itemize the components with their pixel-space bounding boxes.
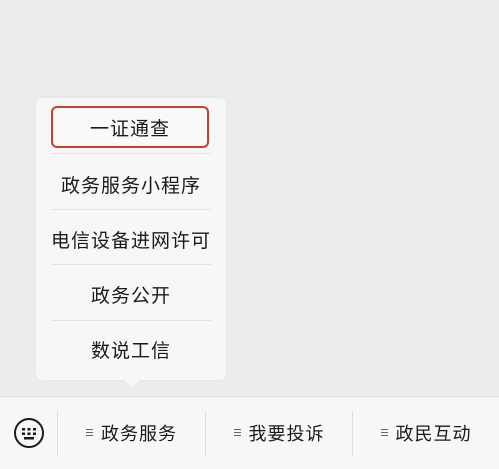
tab-gov-services[interactable]: 政务服务 xyxy=(58,397,205,469)
submenu-popup: 一证通查 政务服务小程序 电信设备进网许可 政务公开 数说工信 xyxy=(36,98,226,380)
menu-lines-icon xyxy=(86,429,93,437)
tab-complaint[interactable]: 我要投诉 xyxy=(206,397,352,469)
submenu-item-data-talk[interactable]: 数说工信 xyxy=(51,322,211,376)
submenu-pointer xyxy=(123,379,141,387)
submenu-divider xyxy=(51,209,211,210)
bottom-menu-bar: 政务服务 我要投诉 政民互动 xyxy=(0,396,499,469)
menu-lines-icon xyxy=(380,429,388,437)
tab-label: 政务服务 xyxy=(101,424,177,445)
submenu-item-label: 一证通查 xyxy=(89,117,170,140)
keyboard-toggle-button[interactable] xyxy=(0,397,57,469)
tab-label: 政民互动 xyxy=(395,424,472,445)
submenu-item-network-license[interactable]: 电信设备进网许可 xyxy=(51,212,211,266)
submenu-item-label: 政务公开 xyxy=(90,284,171,307)
submenu-item-label: 电信设备进网许可 xyxy=(51,229,212,252)
submenu-item-label: 政务服务小程序 xyxy=(60,174,201,197)
keyboard-icon xyxy=(13,418,44,448)
menu-lines-icon xyxy=(233,429,241,437)
submenu-divider xyxy=(51,320,211,321)
submenu-item-miniprogram[interactable]: 政务服务小程序 xyxy=(51,157,211,211)
submenu-divider xyxy=(51,153,211,154)
tab-interaction[interactable]: 政民互动 xyxy=(353,397,499,469)
submenu-divider xyxy=(51,264,211,265)
submenu-item-yizhengtongcha[interactable]: 一证通查 xyxy=(51,106,209,148)
tab-label: 我要投诉 xyxy=(248,424,325,445)
submenu-item-gov-public[interactable]: 政务公开 xyxy=(51,267,211,321)
submenu-item-label: 数说工信 xyxy=(90,339,171,362)
